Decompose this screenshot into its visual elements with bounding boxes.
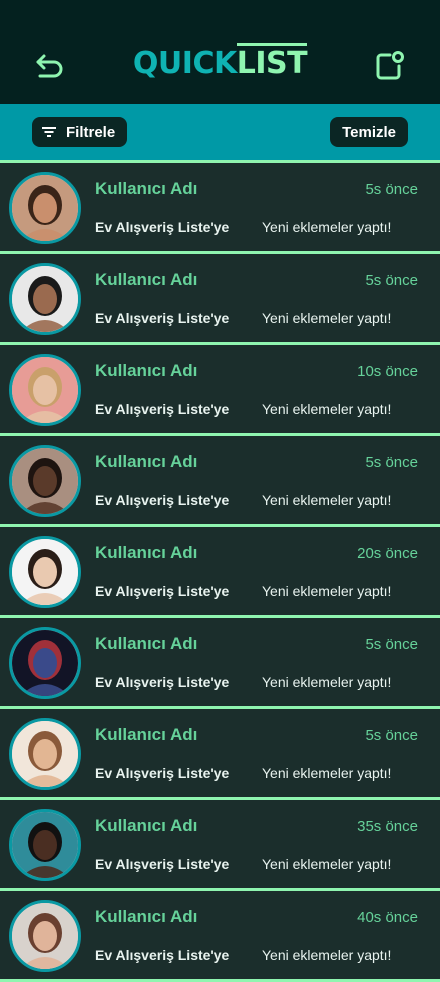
user-name: Kullanıcı Adı: [95, 179, 198, 198]
list-name: Ev Alışveriş Liste'ye: [95, 492, 230, 508]
timestamp: 5s önce: [365, 454, 418, 471]
user-avatar[interactable]: [9, 627, 81, 699]
notification-message: Yeni eklemeler yaptı!: [262, 219, 392, 235]
notification-message: Yeni eklemeler yaptı!: [262, 492, 392, 508]
logo-part-list: LIST: [236, 43, 308, 81]
notification-message: Yeni eklemeler yaptı!: [262, 310, 392, 326]
clear-button[interactable]: Temizle: [330, 117, 408, 147]
clear-button-label: Temizle: [342, 123, 396, 141]
timestamp: 10s önce: [357, 363, 418, 380]
filter-button[interactable]: Filtrele: [32, 117, 128, 147]
timestamp: 5s önce: [365, 727, 418, 744]
user-avatar[interactable]: [9, 900, 81, 972]
user-avatar[interactable]: [9, 263, 81, 335]
user-avatar[interactable]: [9, 536, 81, 608]
user-name: Kullanıcı Adı: [95, 816, 198, 835]
avatar-image: [12, 903, 78, 969]
notification-item[interactable]: Kullanıcı Adı 35s önce Ev Alışveriş Liste'…: [0, 800, 440, 891]
user-name: Kullanıcı Adı: [95, 270, 198, 289]
list-name: Ev Alışveriş Liste'ye: [95, 219, 230, 235]
notification-message: Yeni eklemeler yaptı!: [262, 947, 392, 963]
avatar-image: [12, 266, 78, 332]
logo-part-quick: QUICK: [132, 46, 237, 81]
notification-message: Yeni eklemeler yaptı!: [262, 856, 392, 872]
notification-message: Yeni eklemeler yaptı!: [262, 674, 392, 690]
list-name: Ev Alışveriş Liste'ye: [95, 674, 230, 690]
list-name: Ev Alışveriş Liste'ye: [95, 765, 230, 781]
avatar-image: [12, 175, 78, 241]
timestamp: 20s önce: [357, 545, 418, 562]
notification-item[interactable]: Kullanıcı Adı 5s önce Ev Alışveriş Liste'y…: [0, 618, 440, 709]
timestamp: 5s önce: [365, 272, 418, 289]
user-name: Kullanıcı Adı: [95, 907, 198, 926]
filter-icon: [42, 127, 56, 137]
timestamp: 40s önce: [357, 909, 418, 926]
timestamp: 5s önce: [365, 181, 418, 198]
avatar-image: [12, 448, 78, 514]
user-name: Kullanıcı Adı: [95, 361, 198, 380]
user-avatar[interactable]: [9, 172, 81, 244]
notification-item[interactable]: Kullanıcı Adı 5s önce Ev Alışveriş Liste'y…: [0, 254, 440, 345]
user-name: Kullanıcı Adı: [95, 543, 198, 562]
notification-message: Yeni eklemeler yaptı!: [262, 401, 392, 417]
user-avatar[interactable]: [9, 445, 81, 517]
list-name: Ev Alışveriş Liste'ye: [95, 856, 230, 872]
avatar-image: [12, 630, 78, 696]
user-name: Kullanıcı Adı: [95, 452, 198, 471]
notification-item[interactable]: Kullanıcı Adı 5s önce Ev Alışveriş Liste'y…: [0, 709, 440, 800]
user-avatar[interactable]: [9, 718, 81, 790]
notification-icon[interactable]: [374, 50, 406, 80]
user-avatar[interactable]: [9, 809, 81, 881]
user-avatar[interactable]: [9, 354, 81, 426]
avatar-image: [12, 721, 78, 787]
avatar-image: [12, 812, 78, 878]
filter-bar: Filtrele Temizle: [0, 104, 440, 160]
notification-message: Yeni eklemeler yaptı!: [262, 765, 392, 781]
list-name: Ev Alışveriş Liste'ye: [95, 947, 230, 963]
list-name: Ev Alışveriş Liste'ye: [95, 583, 230, 599]
app-header: QUICKLIST: [0, 0, 440, 104]
notification-message: Yeni eklemeler yaptı!: [262, 583, 392, 599]
notification-list: Kullanıcı Adı 5s önce Ev Alışveriş Liste'y…: [0, 160, 440, 982]
timestamp: 35s önce: [357, 818, 418, 835]
user-name: Kullanıcı Adı: [95, 634, 198, 653]
timestamp: 5s önce: [365, 636, 418, 653]
user-name: Kullanıcı Adı: [95, 725, 198, 744]
list-name: Ev Alışveriş Liste'ye: [95, 310, 230, 326]
avatar-image: [12, 539, 78, 605]
notification-item[interactable]: Kullanıcı Adı 40s önce Ev Alışveriş Liste'…: [0, 891, 440, 982]
list-name: Ev Alışveriş Liste'ye: [95, 401, 230, 417]
notification-item[interactable]: Kullanıcı Adı 10s önce Ev Alışveriş Liste'…: [0, 345, 440, 436]
avatar-image: [12, 357, 78, 423]
filter-button-label: Filtrele: [66, 123, 116, 141]
notification-item[interactable]: Kullanıcı Adı 20s önce Ev Alışveriş Liste'…: [0, 527, 440, 618]
notification-item[interactable]: Kullanıcı Adı 5s önce Ev Alışveriş Liste'y…: [0, 436, 440, 527]
notification-item[interactable]: Kullanıcı Adı 5s önce Ev Alışveriş Liste'y…: [0, 163, 440, 254]
